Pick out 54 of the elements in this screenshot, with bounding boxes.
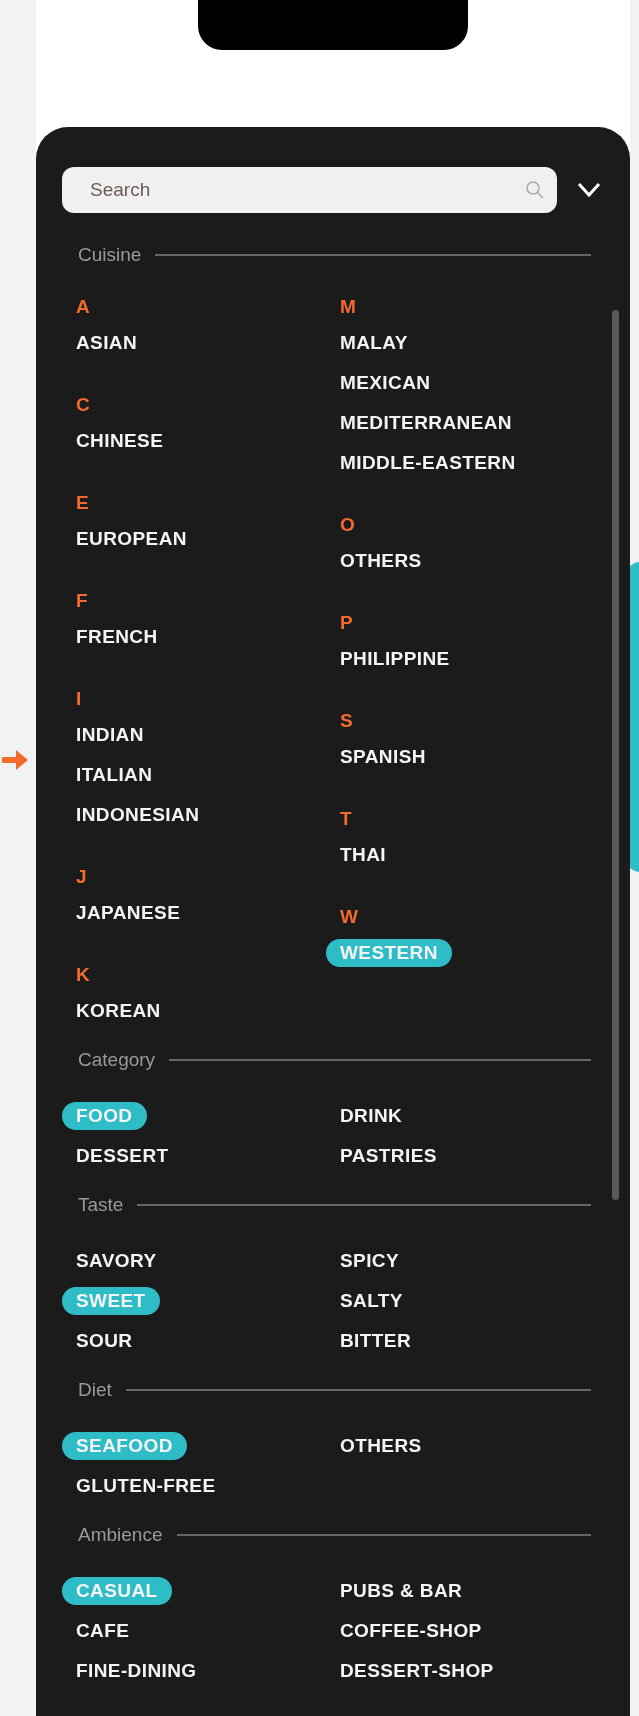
index-letter: T xyxy=(339,807,353,831)
filter-option[interactable]: SPANISH xyxy=(326,743,440,771)
section-title: Ambience xyxy=(78,1522,163,1547)
scrollbar[interactable] xyxy=(612,310,619,1200)
filter-option[interactable]: FINE-DINING xyxy=(62,1657,211,1685)
index-letter: C xyxy=(75,393,91,417)
index-letter: J xyxy=(75,865,88,889)
chevron-down-icon[interactable] xyxy=(577,182,601,198)
filter-option[interactable]: SOUR xyxy=(62,1327,147,1355)
filter-option[interactable]: SAVORY xyxy=(62,1247,171,1275)
filter-option[interactable]: MEDITERRANEAN xyxy=(326,409,526,437)
index-letter: M xyxy=(339,295,357,319)
search-icon xyxy=(525,180,545,200)
index-letter: K xyxy=(75,963,91,987)
index-letter: P xyxy=(339,611,354,635)
section-title: Cuisine xyxy=(78,242,142,267)
index-letter: S xyxy=(339,709,354,733)
filter-option[interactable]: PUBS & BAR xyxy=(326,1577,477,1605)
filter-option[interactable]: MEXICAN xyxy=(326,369,445,397)
filter-option[interactable]: EUROPEAN xyxy=(62,525,201,553)
filter-option[interactable]: KOREAN xyxy=(62,997,175,1025)
index-letter: I xyxy=(75,687,83,711)
filter-option[interactable]: MIDDLE-EASTERN xyxy=(326,449,530,477)
filter-option[interactable]: CHINESE xyxy=(62,427,178,455)
index-letter: O xyxy=(339,513,356,537)
filter-option[interactable]: PHILIPPINE xyxy=(326,645,464,673)
filter-option[interactable]: FRENCH xyxy=(62,623,172,651)
section-title: Category xyxy=(78,1047,156,1072)
filter-option[interactable]: OTHERS xyxy=(326,1432,436,1460)
filter-option[interactable]: INDIAN xyxy=(62,721,158,749)
filter-option[interactable]: INDONESIAN xyxy=(62,801,214,829)
section-title: Taste xyxy=(78,1192,124,1217)
filter-option[interactable]: DESSERT-SHOP xyxy=(326,1657,508,1685)
filter-option[interactable]: DRINK xyxy=(326,1102,417,1130)
filter-option[interactable]: MALAY xyxy=(326,329,422,357)
filter-option[interactable]: GLUTEN-FREE xyxy=(62,1472,230,1500)
filter-option[interactable]: DESSERT xyxy=(62,1142,183,1170)
index-letter: E xyxy=(75,491,90,515)
section-title: Diet xyxy=(78,1377,112,1402)
filter-option[interactable]: JAPANESE xyxy=(62,899,195,927)
index-letter: W xyxy=(339,905,359,929)
search-field[interactable]: Search xyxy=(62,167,557,213)
filter-option[interactable]: ASIAN xyxy=(62,329,152,357)
filter-option[interactable]: ITALIAN xyxy=(62,761,167,789)
filter-option[interactable]: THAI xyxy=(326,841,400,869)
index-letter: A xyxy=(75,295,91,319)
filter-option[interactable]: COFFEE-SHOP xyxy=(326,1617,496,1645)
index-letter: F xyxy=(75,589,89,613)
filter-option[interactable]: SPICY xyxy=(326,1247,414,1275)
filter-option[interactable]: SALTY xyxy=(326,1287,417,1315)
filter-option[interactable]: CAFE xyxy=(62,1617,144,1645)
filter-option[interactable]: BITTER xyxy=(326,1327,425,1355)
filter-option[interactable]: OTHERS xyxy=(326,547,436,575)
filter-option[interactable]: PASTRIES xyxy=(326,1142,451,1170)
